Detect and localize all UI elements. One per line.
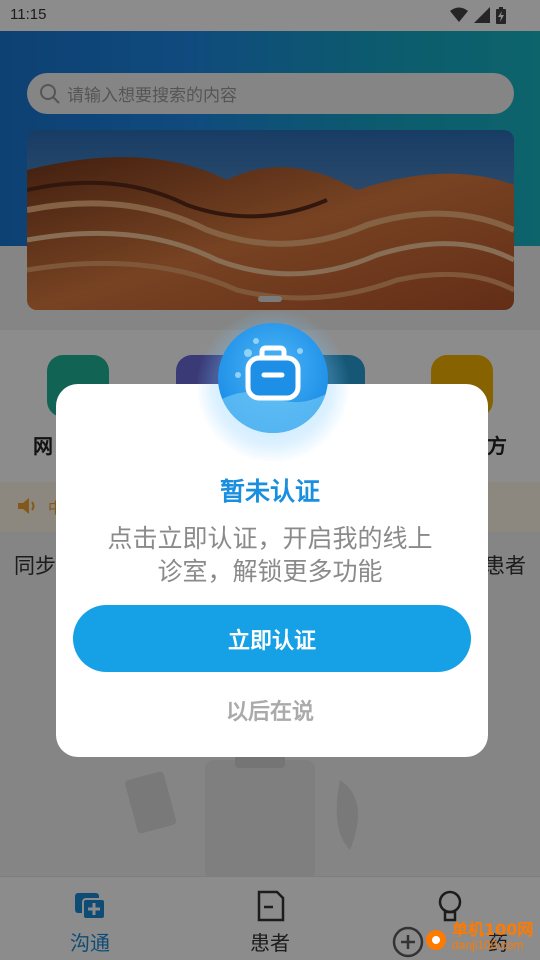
verify-now-button[interactable]: 立即认证 (73, 605, 471, 672)
dialog-title: 暂未认证 (219, 477, 320, 506)
later-button[interactable]: 以后在说 (0, 694, 540, 726)
briefcase-badge-icon (218, 323, 328, 433)
watermark: 单机100网 danji100.com (392, 912, 540, 960)
watermark-logo (392, 926, 446, 958)
dialog-description: 点击立即认证，开启我的线上诊室，解锁更多功能 (107, 524, 433, 586)
watermark-url: danji100.com (452, 938, 524, 952)
watermark-name: 单机100网 (452, 920, 534, 939)
